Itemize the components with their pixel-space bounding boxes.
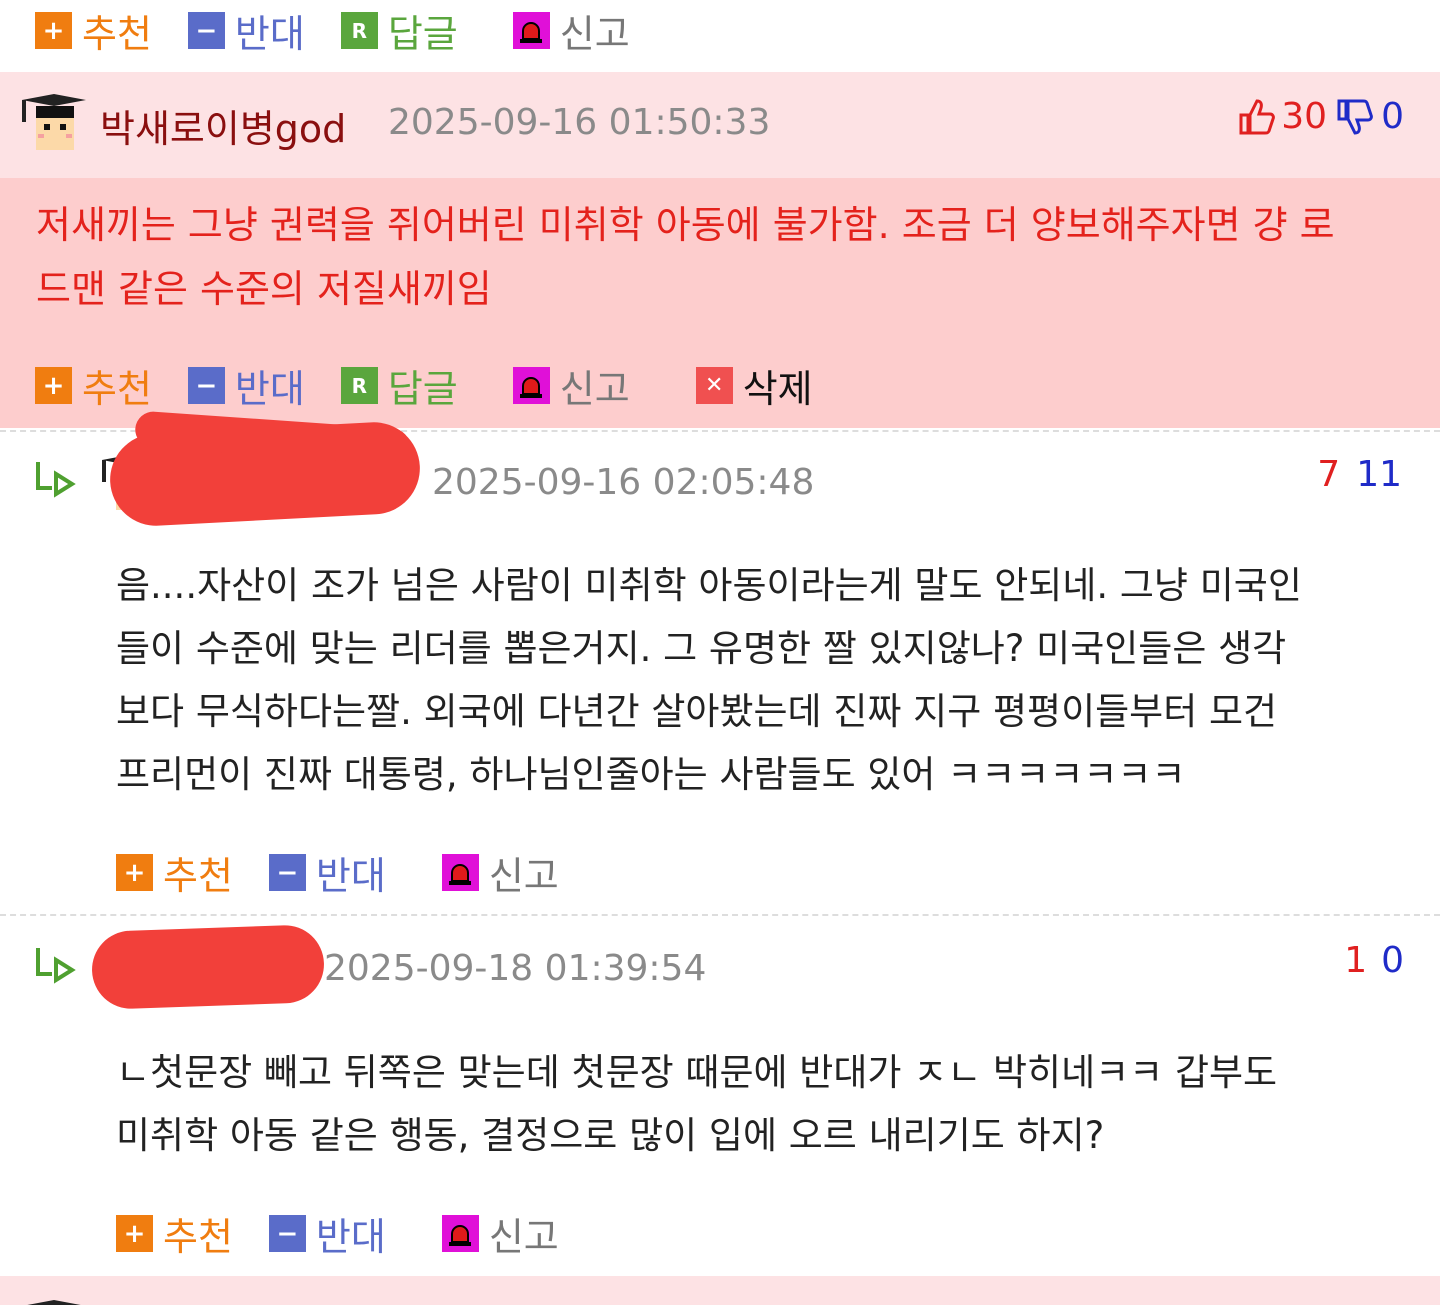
reply-text-line: 보다 무식하다는짤. 외국에 다년간 살아봤는데 진짜 지구 평평이들부터 모건 — [116, 690, 1278, 733]
redaction-mark — [90, 923, 326, 1011]
up-count: 7 — [1317, 454, 1341, 495]
delete-label: 삭제 — [742, 367, 813, 411]
plus-icon: + — [116, 854, 153, 891]
recommend-button[interactable]: + 추천 — [35, 3, 152, 58]
siren-icon — [441, 854, 479, 891]
down-count: 11 — [1356, 454, 1402, 495]
reply-arrow-icon — [34, 944, 78, 995]
reply-button[interactable]: R 답글 — [340, 3, 458, 58]
oppose-button[interactable]: − 반대 — [187, 358, 305, 413]
close-icon: ✕ — [695, 367, 733, 404]
main-comment-actions: + 추천 − 반대 R 답글 신고 ✕ 삭제 — [35, 358, 851, 413]
top-actions: + 추천 − 반대 R 답글 신고 — [35, 3, 668, 58]
reply-r-icon: R — [340, 367, 378, 404]
recommend-label: 추천 — [163, 1215, 233, 1259]
siren-icon — [512, 12, 550, 49]
oppose-label: 반대 — [234, 367, 305, 411]
oppose-button[interactable]: − 반대 — [268, 1206, 386, 1261]
siren-icon — [512, 367, 550, 404]
minus-icon: − — [268, 854, 306, 891]
oppose-button[interactable]: − 반대 — [187, 3, 305, 58]
plus-icon: + — [116, 1215, 153, 1252]
report-label: 신고 — [559, 12, 630, 56]
oppose-label: 반대 — [315, 854, 386, 898]
report-button[interactable]: 신고 — [512, 358, 630, 413]
plus-icon: + — [35, 12, 72, 49]
report-label: 신고 — [488, 1215, 559, 1259]
up-count: 30 — [1281, 96, 1328, 137]
minus-icon: − — [187, 12, 225, 49]
report-label: 신고 — [488, 854, 559, 898]
recommend-label: 추천 — [82, 367, 152, 411]
comment-date: 2025-09-18 01:39:54 — [324, 948, 707, 989]
vote-counts: 7 11 — [1317, 454, 1402, 495]
avatar[interactable] — [18, 92, 90, 156]
siren-icon — [441, 1215, 479, 1252]
reply-text-line: 음....자산이 조가 넘은 사람이 미취학 아동이라는게 말도 안되네. 그냥… — [116, 564, 1302, 607]
vote-counts: 1 0 — [1344, 940, 1404, 981]
reply2-actions: + 추천 − 반대 신고 — [116, 1206, 597, 1261]
reply-r-icon: R — [340, 12, 378, 49]
reply-label: 답글 — [387, 367, 458, 411]
thumbs-down-icon[interactable] — [1335, 97, 1375, 137]
comment-date: 2025-09-16 01:50:33 — [388, 102, 771, 143]
delete-button[interactable]: ✕ 삭제 — [695, 358, 813, 413]
recommend-button[interactable]: + 추천 — [116, 845, 233, 900]
report-button[interactable]: 신고 — [512, 3, 630, 58]
reply-text-line: ㄴ첫문장 빼고 뒤쪽은 맞는데 첫문장 때문에 반대가 ㅈㄴ 박히네ㅋㅋ 갑부도 — [116, 1051, 1278, 1094]
next-comment-header-bg — [0, 1276, 1440, 1305]
divider — [0, 914, 1440, 916]
reply-text-line: 프리먼이 진짜 대통령, 하나님인줄아는 사람들도 있어 ㅋㅋㅋㅋㅋㅋㅋ — [116, 753, 1186, 796]
plus-icon: + — [35, 367, 72, 404]
down-count: 0 — [1381, 96, 1404, 137]
author-name[interactable]: 박새로이병god — [100, 98, 346, 153]
oppose-button[interactable]: − 반대 — [268, 845, 386, 900]
recommend-label: 추천 — [82, 12, 152, 56]
avatar — [18, 1294, 90, 1305]
report-label: 신고 — [559, 367, 630, 411]
down-count: 0 — [1381, 940, 1404, 981]
recommend-button[interactable]: + 추천 — [116, 1206, 233, 1261]
recommend-button[interactable]: + 추천 — [35, 358, 152, 413]
oppose-label: 반대 — [234, 12, 305, 56]
reply-arrow-icon — [34, 458, 78, 509]
reply-label: 답글 — [387, 12, 458, 56]
vote-counts: 30 0 — [1237, 96, 1404, 137]
reply-button[interactable]: R 답글 — [340, 358, 458, 413]
reply-text-line: 들이 수준에 맞는 리더를 뽑은거지. 그 유명한 짤 있지않나? 미국인들은 … — [116, 627, 1287, 670]
up-count: 1 — [1344, 940, 1368, 981]
recommend-label: 추천 — [163, 854, 233, 898]
reply-text-line: 미취학 아동 같은 행동, 결정으로 많이 입에 오르 내리기도 하지? — [116, 1114, 1105, 1157]
comment-date: 2025-09-16 02:05:48 — [432, 462, 815, 503]
report-button[interactable]: 신고 — [441, 845, 559, 900]
minus-icon: − — [187, 367, 225, 404]
minus-icon: − — [268, 1215, 306, 1252]
report-button[interactable]: 신고 — [441, 1206, 559, 1261]
main-comment-text-line2: 드맨 같은 수준의 저질새끼임 — [36, 267, 492, 311]
oppose-label: 반대 — [315, 1215, 386, 1259]
thumbs-up-icon[interactable] — [1237, 97, 1277, 137]
reply1-actions: + 추천 − 반대 신고 — [116, 845, 597, 900]
main-comment-text-line1: 저새끼는 그냥 권력을 쥐어버린 미취학 아동에 불가함. 조금 더 양보해주자… — [36, 203, 1335, 247]
